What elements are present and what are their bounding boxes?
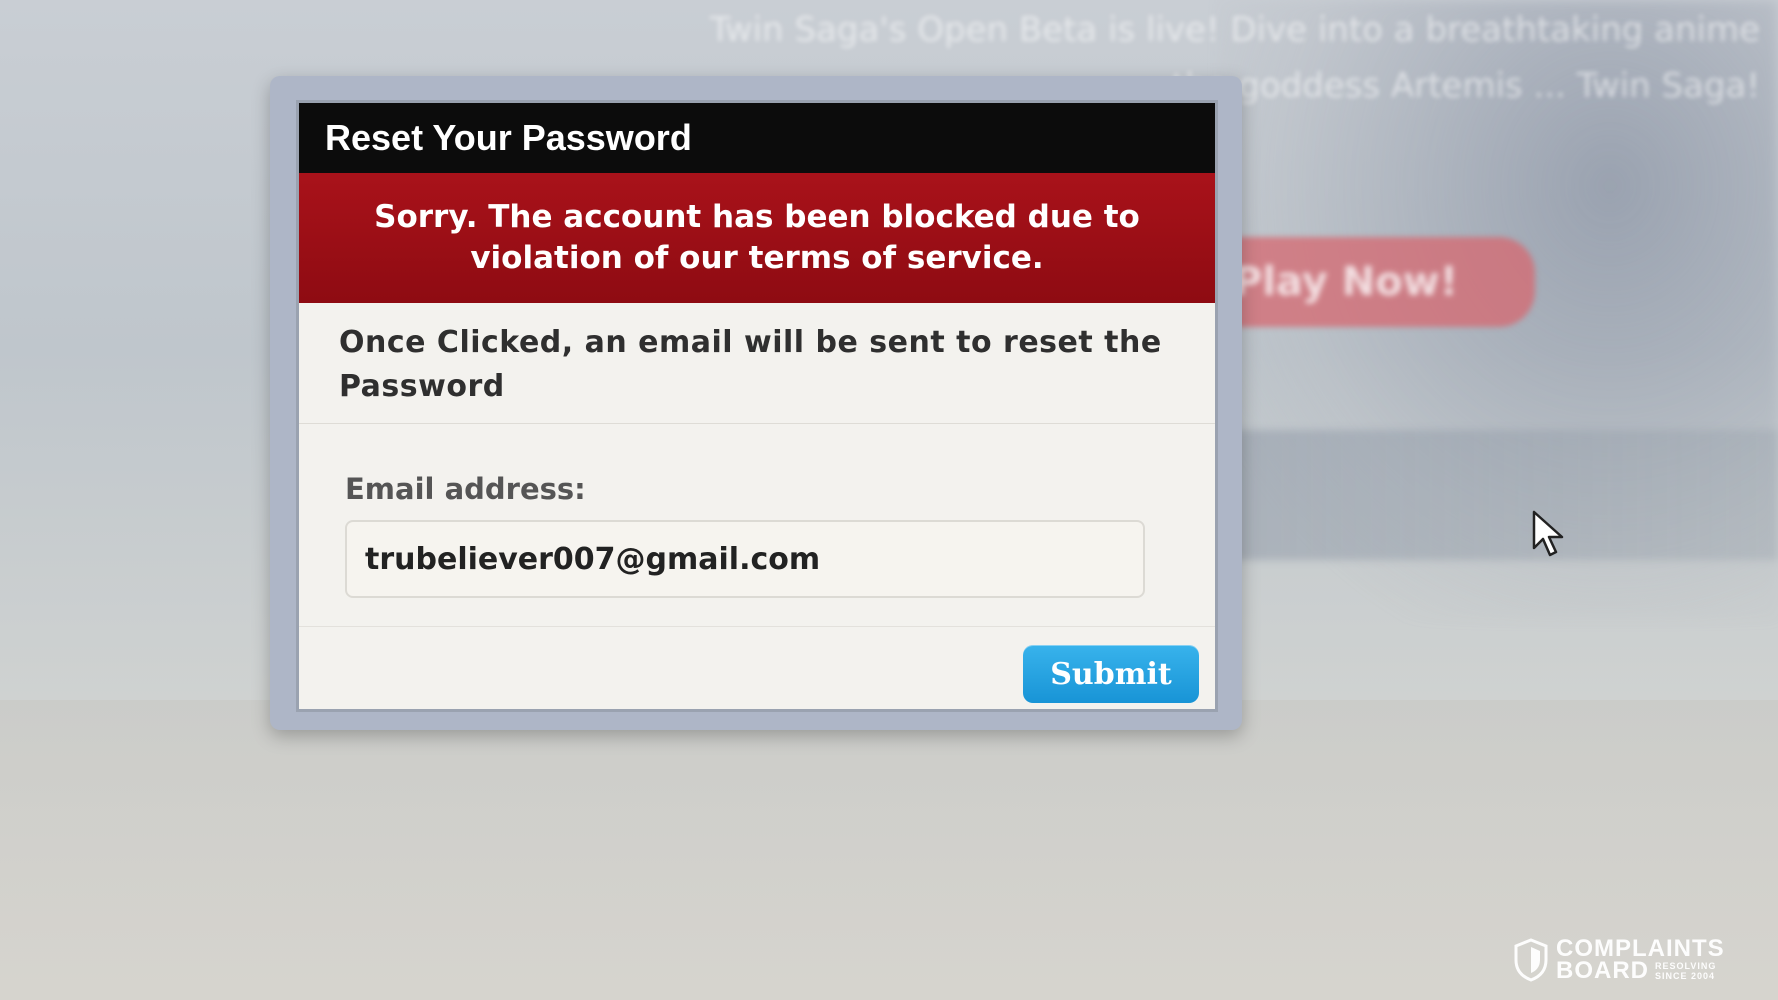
watermark-tagline-1: RESOLVING [1655,961,1717,971]
email-field[interactable] [345,520,1145,598]
watermark-tagline-2: SINCE 2004 [1655,971,1716,981]
background-thumbnail-strip [1200,430,1778,560]
play-now-button[interactable]: Play Now! [1205,237,1535,327]
dialog-title: Reset Your Password [299,103,1215,173]
email-label: Email address: [345,472,586,506]
dialog-footer: Submit [299,626,1215,709]
watermark-line-2: BOARD [1556,957,1649,984]
background-floor [0,700,1778,1000]
info-text: Once Clicked, an email will be sent to r… [299,303,1215,424]
reset-password-dialog: Reset Your Password Sorry. The account h… [296,100,1218,712]
shield-logo-icon [1514,938,1548,982]
error-message: Sorry. The account has been blocked due … [374,199,1140,276]
submit-button[interactable]: Submit [1023,645,1199,703]
mouse-cursor-icon [1532,510,1564,557]
complaintsboard-watermark: COMPLAINTS BOARD RESOLVING SINCE 2004 [1514,934,1734,986]
error-message-banner: Sorry. The account has been blocked due … [299,173,1215,303]
